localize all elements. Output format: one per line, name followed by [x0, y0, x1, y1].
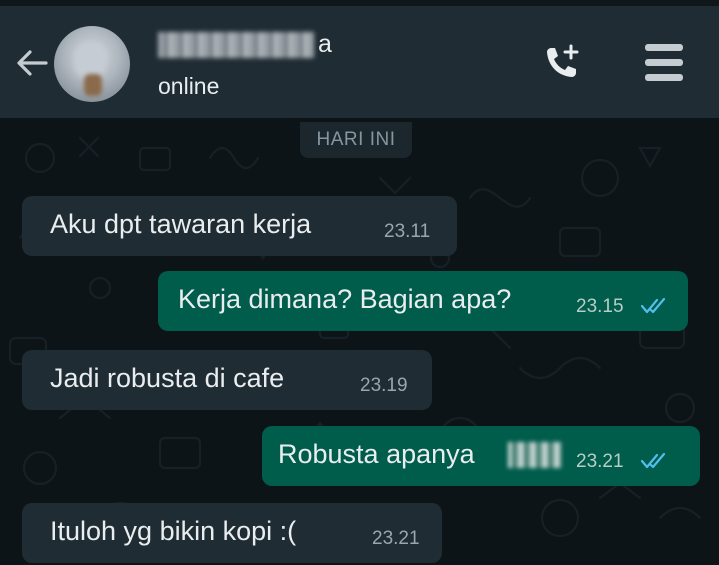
back-button[interactable]	[12, 43, 52, 83]
message-bubble-incoming[interactable]: Jadi robusta di cafe 23.19	[22, 350, 432, 410]
message-text: Kerja dimana? Bagian apa?	[178, 284, 512, 314]
blurred-name-part	[158, 32, 314, 58]
message-bubble-incoming[interactable]: Ituloh yg bikin kopi :( 23.21	[22, 503, 442, 563]
message-time: 23.19	[360, 375, 408, 396]
censored-word	[508, 442, 562, 468]
date-divider: HARI INI	[300, 122, 412, 158]
message-time: 23.21	[576, 451, 624, 472]
add-call-button[interactable]	[538, 40, 584, 86]
message-time: 23.21	[372, 528, 420, 549]
message-bubble-incoming[interactable]: Aku dpt tawaran kerja 23.11	[22, 196, 457, 256]
message-time: 23.11	[384, 221, 431, 242]
chat-header: a online	[0, 0, 719, 118]
double-check-icon	[640, 297, 666, 314]
contact-name-visible: a	[318, 30, 332, 58]
message-text: Aku dpt tawaran kerja	[50, 209, 312, 239]
doodle-pattern	[8, 136, 702, 538]
contact-name[interactable]: a	[158, 28, 358, 62]
message-time: 23.15	[576, 296, 624, 317]
message-bubble-outgoing[interactable]: Kerja dimana? Bagian apa? 23.15	[158, 271, 688, 331]
avatar[interactable]	[54, 26, 130, 102]
add-call-icon	[547, 44, 579, 77]
contact-status: online	[158, 73, 220, 99]
message-text: Ituloh yg bikin kopi :(	[50, 516, 297, 546]
chat-background	[0, 118, 719, 565]
arrow-left-icon	[17, 50, 48, 76]
message-text: Robusta apanya	[278, 439, 475, 469]
message-text: Jadi robusta di cafe	[50, 363, 285, 393]
menu-button[interactable]	[640, 40, 690, 86]
double-check-icon	[640, 452, 666, 469]
message-bubble-outgoing[interactable]: Robusta apanya 23.21	[262, 426, 700, 486]
